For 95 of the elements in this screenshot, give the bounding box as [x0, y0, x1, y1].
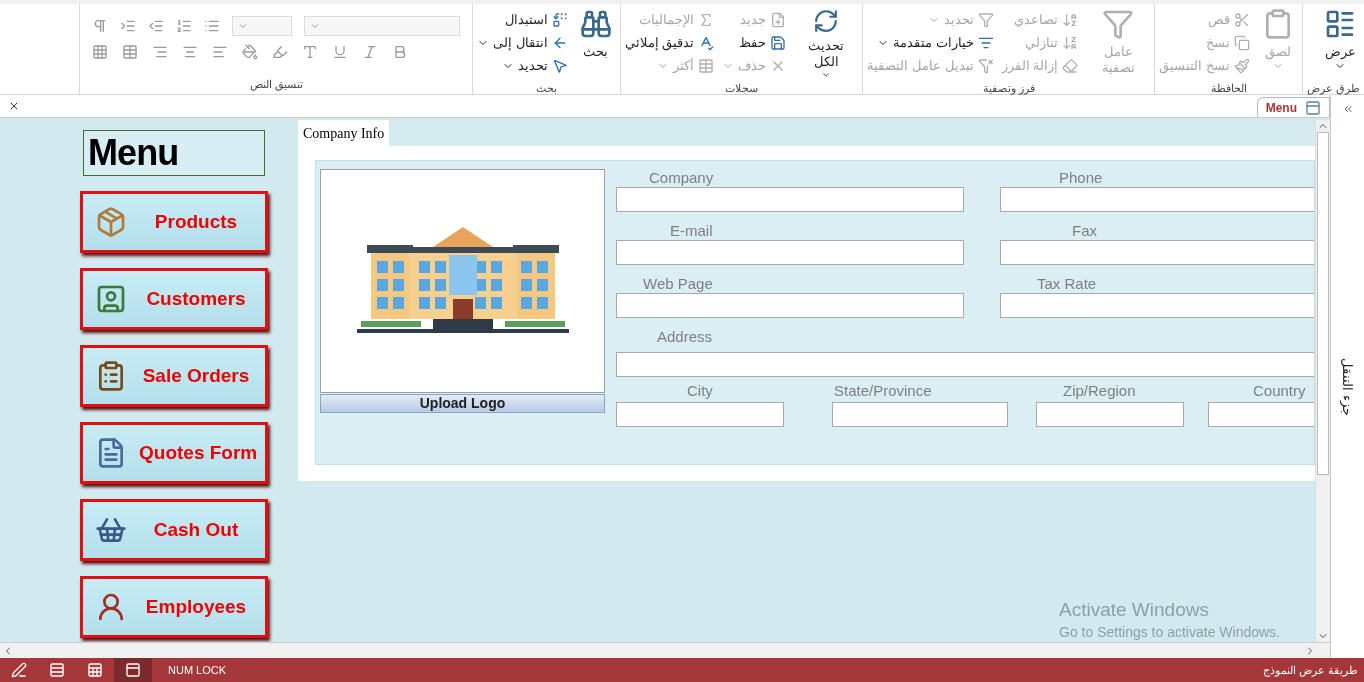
text-field[interactable]	[1000, 187, 1314, 212]
font-name-dropdown[interactable]	[304, 16, 461, 36]
ribbon-icon	[1102, 8, 1135, 40]
menu-button[interactable]: Employees	[80, 576, 268, 638]
menu-button[interactable]: Customers	[80, 268, 268, 330]
field-label: State/Province	[834, 382, 932, 400]
ribbon-icon	[579, 8, 612, 40]
format-icon[interactable]	[242, 44, 259, 60]
form-tab[interactable]: Company Info	[298, 120, 390, 146]
ribbon-button[interactable]: استبدال	[477, 8, 568, 31]
format-icon[interactable]	[204, 18, 221, 34]
status-text: طريقة عرض النموذج	[1262, 662, 1358, 679]
vertical-scrollbar[interactable]	[1315, 120, 1330, 642]
ribbon-icon	[977, 11, 994, 28]
view-button[interactable]	[114, 658, 152, 682]
menu-button[interactable]: Quotes Form	[80, 422, 268, 484]
ribbon-icon	[1233, 57, 1250, 74]
text-field[interactable]	[1208, 402, 1314, 427]
text-field[interactable]	[616, 402, 784, 427]
ribbon-icon	[698, 34, 715, 51]
view-icon	[11, 662, 27, 678]
horizontal-scrollbar[interactable]	[0, 642, 1330, 658]
field-label: City	[687, 382, 713, 400]
ribbon-button[interactable]: انتقال إلى	[477, 31, 568, 54]
menu-title: Menu	[83, 130, 265, 176]
menu-button[interactable]: Products	[80, 191, 268, 253]
ribbon-icon	[1233, 11, 1250, 28]
menu-button[interactable]: Sale Orders	[80, 345, 268, 407]
text-field[interactable]	[1000, 240, 1314, 265]
ribbon-icon	[977, 57, 994, 74]
ribbon-group-label: تنسيق النص	[248, 77, 304, 93]
field-label: Zip/Region	[1063, 382, 1136, 400]
text-field[interactable]	[616, 240, 964, 265]
ribbon-button[interactable]: خيارات متقدمة	[867, 31, 994, 54]
field-label: Company	[649, 169, 714, 187]
format-icon[interactable]	[92, 44, 109, 60]
num-lock-indicator: NUM LOCK	[168, 662, 227, 678]
ribbon-group-label: بحث	[535, 81, 558, 96]
ribbon-icon	[698, 57, 715, 74]
view-icon	[125, 662, 141, 678]
ribbon-group-label: سجلات	[724, 81, 760, 96]
text-field[interactable]	[1000, 293, 1314, 318]
activation-title: Activate Windows	[1059, 598, 1210, 622]
format-icon[interactable]	[302, 44, 319, 60]
field-label: Fax	[1072, 222, 1097, 240]
menu-item-icon	[95, 283, 127, 315]
field-label: Phone	[1059, 169, 1103, 187]
ribbon-group-label: الحافظة	[1209, 81, 1248, 96]
ribbon-icon	[1062, 11, 1079, 28]
ribbon-button[interactable]: تدقيق إملائي	[624, 31, 715, 54]
format-icon[interactable]	[152, 44, 169, 60]
ribbon-icon	[1062, 57, 1079, 74]
ribbon-button[interactable]: حفظ	[722, 31, 787, 54]
menu-item-icon	[95, 206, 127, 238]
upload-logo-button[interactable]: Upload Logo	[320, 394, 605, 413]
text-field[interactable]	[616, 293, 964, 318]
ribbon-group-label: فرز وتصفية	[981, 81, 1036, 97]
field-label: E-mail	[670, 222, 713, 240]
menu-button[interactable]: Cash Out	[80, 499, 268, 561]
format-icon[interactable]	[212, 44, 229, 60]
text-field[interactable]	[832, 402, 1008, 427]
format-icon[interactable]	[182, 44, 199, 60]
font-size-dropdown[interactable]	[232, 16, 293, 36]
text-field[interactable]	[1036, 402, 1184, 427]
ribbon-group-label: طرق عرض	[1306, 81, 1360, 97]
navigation-pane-label: جزء التنقل	[1339, 357, 1357, 416]
format-icon[interactable]	[332, 44, 349, 60]
ribbon-icon	[1062, 34, 1079, 51]
view-icon	[87, 662, 103, 678]
format-icon[interactable]	[120, 18, 137, 34]
close-icon[interactable]	[8, 100, 20, 112]
document-tab[interactable]: Menu	[1256, 97, 1330, 117]
ribbon-icon	[551, 57, 568, 74]
format-icon[interactable]	[176, 18, 193, 34]
ribbon-button[interactable]: بحث	[575, 4, 616, 80]
ribbon-button[interactable]: عرض	[1320, 4, 1360, 80]
format-icon[interactable]	[122, 44, 139, 60]
ribbon-icon	[1233, 34, 1250, 51]
text-field[interactable]	[616, 352, 1314, 377]
field-label: Tax Rate	[1037, 275, 1097, 293]
field-label: Web Page	[643, 275, 713, 293]
ribbon-icon	[1324, 8, 1356, 40]
ribbon-button[interactable]: تحديد	[477, 54, 568, 77]
form-icon	[1305, 99, 1321, 116]
view-icon	[49, 662, 65, 678]
ribbon-icon	[551, 11, 568, 28]
ribbon-button[interactable]: تحديث الكل	[794, 4, 859, 80]
format-icon[interactable]	[272, 44, 289, 60]
format-icon[interactable]	[148, 18, 165, 34]
text-field[interactable]	[616, 187, 964, 212]
field-label: Address	[657, 328, 713, 346]
ribbon-icon	[770, 11, 787, 28]
field-label: Country	[1253, 382, 1306, 400]
activation-message: Go to Settings to activate Windows.	[1059, 623, 1280, 642]
ribbon-icon	[770, 34, 787, 51]
